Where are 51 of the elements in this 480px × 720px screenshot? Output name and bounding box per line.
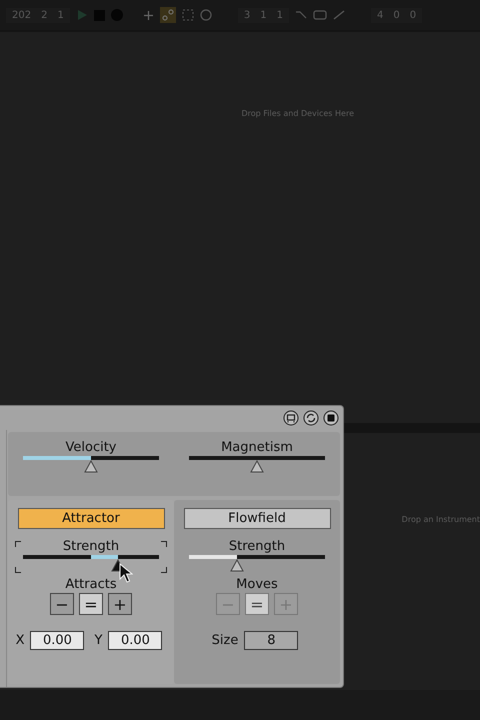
focus-corner (161, 541, 167, 547)
step-button[interactable]: = (79, 593, 103, 615)
position-digit: 1 (57, 10, 64, 20)
step-button[interactable]: + (108, 593, 132, 615)
cursor-icon (119, 563, 134, 583)
loop-length-digit: 0 (393, 10, 400, 20)
slider-label: Strength (228, 539, 286, 554)
number-field[interactable]: 0.00 (108, 631, 162, 650)
save-icon[interactable] (323, 410, 339, 426)
slider-fill (23, 456, 91, 460)
field-label: Y (94, 633, 102, 648)
slider-fill (91, 555, 118, 559)
loop-length-digit: 4 (376, 10, 384, 20)
slider-label: Magnetism (221, 440, 293, 455)
field-label: Size (212, 633, 238, 648)
plus-icon[interactable] (142, 10, 154, 20)
slider-track[interactable] (23, 555, 159, 572)
hot-swap-icon[interactable] (283, 410, 299, 426)
number-field[interactable]: 0.00 (30, 631, 84, 650)
slider-track[interactable] (189, 456, 325, 473)
number-field[interactable]: 8 (244, 631, 298, 650)
loop-length-digit: 0 (410, 10, 416, 20)
loop-icon[interactable] (312, 9, 327, 21)
slider-track[interactable] (189, 555, 325, 572)
refresh-icon[interactable] (303, 410, 319, 426)
focus-corner (15, 541, 21, 547)
node-icon[interactable] (160, 7, 176, 23)
drop-hint: Drop an Instrument (402, 515, 480, 524)
slider-label: Strength (62, 539, 120, 554)
step-button[interactable]: = (245, 593, 269, 615)
loop-start-digit: 1 (276, 10, 283, 20)
loop-start-digit: 3 (244, 10, 250, 20)
slider-label: Velocity (66, 440, 116, 455)
button-group-label: Moves (236, 577, 278, 592)
pencil-icon[interactable] (332, 10, 345, 20)
curve-icon[interactable] (294, 10, 307, 20)
circle-icon[interactable] (200, 9, 212, 21)
step-button[interactable]: − (50, 593, 74, 615)
slider-fill (189, 555, 237, 559)
focus-corner (161, 567, 167, 573)
position-digit: 202 (12, 10, 32, 20)
focus-corner (15, 567, 21, 573)
button-group-label: Attracts (65, 577, 117, 592)
grid-icon[interactable] (182, 9, 194, 21)
loop-start-digit: 1 (260, 10, 267, 20)
field-label: X (16, 633, 24, 648)
mode-button[interactable]: Flowfield (184, 508, 330, 529)
mode-button[interactable]: Attractor (18, 508, 164, 529)
drop-hint: Drop Files and Devices Here (241, 109, 354, 118)
position-digit: 2 (41, 10, 48, 20)
slider-track[interactable] (23, 456, 159, 473)
